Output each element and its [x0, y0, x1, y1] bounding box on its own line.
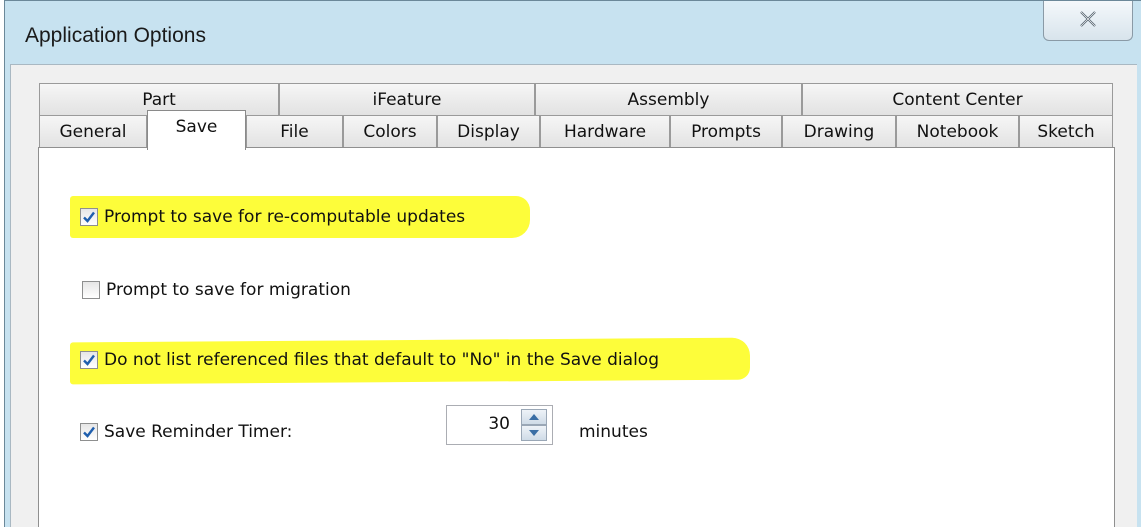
recompute-checkbox[interactable] — [80, 208, 98, 226]
tab-label: iFeature — [372, 89, 442, 110]
tab-colors[interactable]: Colors — [343, 115, 437, 148]
spin-up-button[interactable] — [521, 409, 547, 425]
window-title: Application Options — [25, 24, 206, 47]
tab-save[interactable]: Save — [147, 110, 246, 150]
timer-minutes-value[interactable]: 30 — [488, 414, 510, 434]
tab-prompts[interactable]: Prompts — [670, 115, 782, 148]
tab-label: Save — [175, 117, 218, 137]
checkmark-icon — [83, 426, 95, 438]
tab-display[interactable]: Display — [437, 115, 540, 148]
tab-notebook[interactable]: Notebook — [896, 115, 1019, 148]
close-icon — [1079, 10, 1097, 31]
arrow-down-icon — [529, 430, 539, 436]
tab-file[interactable]: File — [246, 115, 343, 148]
tab-label: Display — [457, 122, 520, 142]
option-noref-row: Do not list referenced files that defaul… — [80, 350, 659, 370]
tab-label: General — [59, 122, 127, 142]
option-timer-row: Save Reminder Timer: — [80, 422, 292, 442]
checkmark-icon — [83, 211, 95, 223]
tab-hardware[interactable]: Hardware — [540, 115, 670, 148]
close-button[interactable] — [1043, 1, 1133, 41]
tab-label: File — [280, 122, 309, 142]
tab-label: Hardware — [563, 122, 647, 142]
timer-unit-label: minutes — [579, 422, 648, 442]
noref-checkbox[interactable] — [80, 351, 98, 369]
option-migration-row: Prompt to save for migration — [82, 280, 351, 300]
checkmark-icon — [83, 354, 95, 366]
timer-minutes-spinner[interactable]: 30 — [446, 405, 553, 445]
spin-down-button[interactable] — [521, 425, 547, 441]
timer-label: Save Reminder Timer: — [104, 422, 293, 442]
arrow-up-icon — [529, 414, 539, 420]
tab-label: Part — [142, 89, 176, 110]
tab-general[interactable]: General — [39, 115, 147, 148]
tab-drawing[interactable]: Drawing — [782, 115, 896, 148]
tab-label: Notebook — [916, 122, 999, 142]
tab-label: Content Center — [892, 89, 1023, 110]
migration-checkbox[interactable] — [82, 281, 100, 299]
tab-label: Drawing — [803, 122, 875, 142]
migration-label: Prompt to save for migration — [106, 280, 351, 300]
tab-assembly[interactable]: Assembly — [535, 83, 802, 115]
timer-checkbox[interactable] — [80, 423, 98, 441]
tab-label: Assembly — [627, 89, 710, 110]
noref-label: Do not list referenced files that defaul… — [104, 350, 659, 370]
tab-content-center[interactable]: Content Center — [802, 83, 1113, 115]
tab-label: Colors — [363, 122, 417, 142]
recompute-label: Prompt to save for re-computable updates — [104, 207, 466, 227]
tab-label: Sketch — [1037, 122, 1095, 142]
tab-sketch[interactable]: Sketch — [1019, 115, 1113, 148]
tab-ifeature[interactable]: iFeature — [279, 83, 535, 115]
tab-label: Prompts — [691, 122, 761, 142]
option-recompute-row: Prompt to save for re-computable updates — [80, 207, 465, 227]
